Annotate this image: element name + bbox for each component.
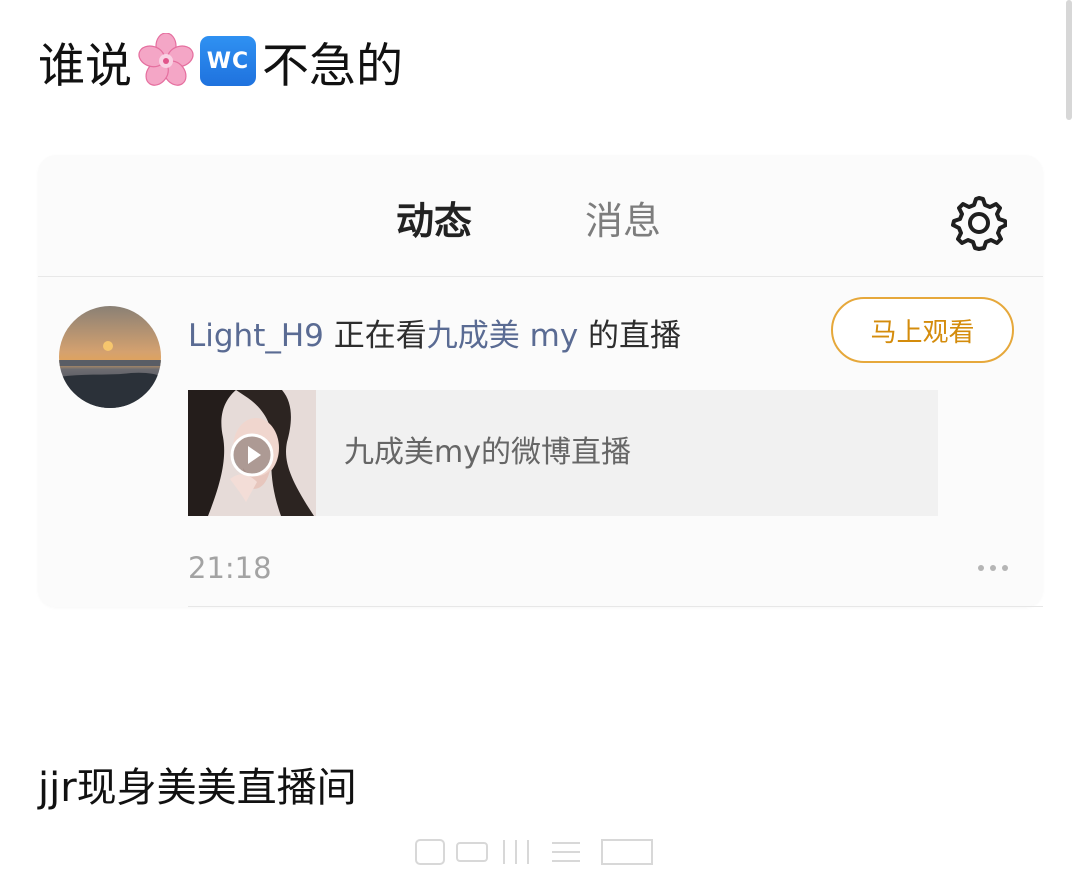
feed-verb: 正在看: [323, 318, 427, 354]
live-stream-title: 九成美my的微博直播: [344, 435, 631, 470]
wc-badge-icon: WC: [200, 36, 256, 86]
screenshot-page: 谁说 WC 不急的 动态 消息 Light_H9 正在看九成美 my 的直播 马…: [0, 0, 1080, 881]
live-stream-card[interactable]: 九成美my的微博直播: [188, 390, 938, 516]
streamer-link[interactable]: 九成美 my: [427, 318, 578, 354]
feed-activity-line: Light_H9 正在看九成美 my 的直播: [188, 313, 681, 359]
card-bottom-divider: [188, 606, 1043, 607]
title-prefix: 谁说: [38, 38, 132, 94]
tab-messages[interactable]: 消息: [585, 195, 661, 247]
watch-now-button[interactable]: 马上观看: [831, 297, 1014, 363]
post-caption: jjr现身美美直播间: [38, 765, 357, 811]
notification-card: 动态 消息 Light_H9 正在看九成美 my 的直播 马上观看 九成美my的…: [38, 155, 1043, 607]
play-icon[interactable]: [228, 431, 276, 479]
post-title: 谁说 WC 不急的: [38, 30, 403, 94]
tab-bar: 动态 消息: [38, 155, 1043, 277]
feed-suffix: 的直播: [578, 318, 682, 354]
cherry-blossom-icon: [138, 33, 194, 86]
user-avatar[interactable]: [59, 306, 161, 408]
tab-divider: [38, 276, 1043, 277]
feed-timestamp: 21:18: [188, 551, 272, 585]
page-scrollbar[interactable]: [1066, 0, 1072, 120]
tab-feed[interactable]: 动态: [394, 195, 475, 252]
title-suffix: 不急的: [262, 38, 403, 94]
tab-feed-label: 动态: [396, 199, 473, 243]
more-icon[interactable]: [976, 562, 1010, 574]
gear-icon[interactable]: [951, 195, 1007, 251]
tab-messages-label: 消息: [585, 199, 662, 243]
feed-user-link[interactable]: Light_H9: [188, 318, 324, 354]
weibo-watermark-logo: [415, 839, 653, 865]
